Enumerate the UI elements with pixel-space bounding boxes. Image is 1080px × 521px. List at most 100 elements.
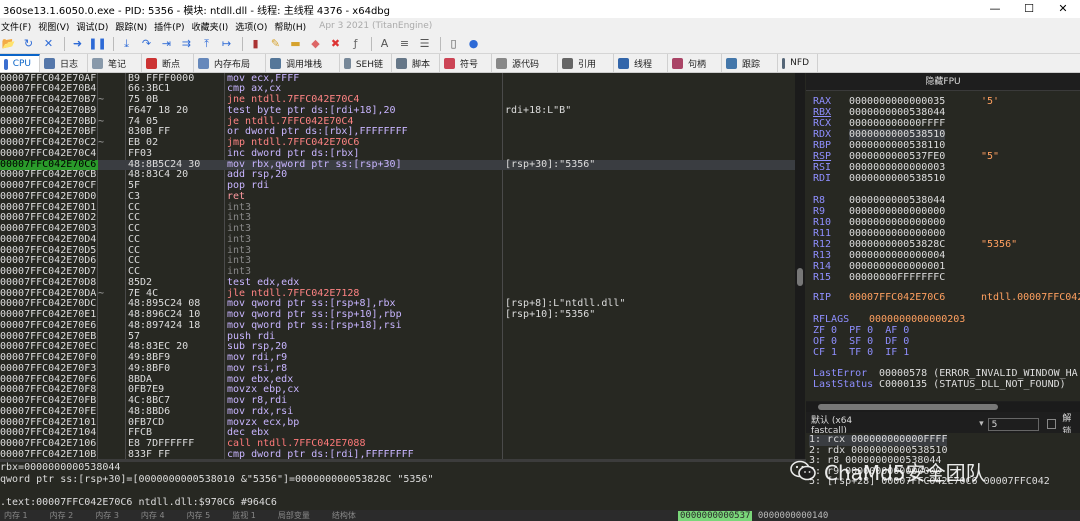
register-value[interactable]: 0000000000000203 xyxy=(869,314,965,325)
bottom-tab[interactable]: 内存 2 xyxy=(46,510,92,521)
patch-icon[interactable]: ▯ xyxy=(445,36,462,52)
close-button[interactable]: ✕ xyxy=(1046,0,1080,18)
register-rip[interactable]: RIP 00007FFC042E70C6 ntdll.00007FFC042 xyxy=(813,292,1080,303)
register-value[interactable]: 000000000053828C xyxy=(849,239,945,250)
minimize-button[interactable]: — xyxy=(978,0,1012,18)
menu-item[interactable]: 调试(D) xyxy=(76,20,115,33)
register-r14[interactable]: R14 0000000000000001 xyxy=(813,261,945,272)
menu-item[interactable]: 文件(F) xyxy=(0,20,38,33)
register-value[interactable]: 00007FFC042E70C6 xyxy=(849,292,945,303)
chevron-down-icon[interactable]: ▾ xyxy=(979,419,984,429)
register-r15[interactable]: R15 00000000FFFFFFFC xyxy=(813,272,945,283)
register-r10[interactable]: R10 0000000000000000 xyxy=(813,217,945,228)
register-value[interactable]: 0000000000538110 xyxy=(849,140,945,151)
label-icon[interactable]: ◆ xyxy=(307,36,324,52)
disasm-row[interactable]: 00007FFC042E70C4 FF03 inc dword ptr ds:[rb… xyxy=(0,148,795,160)
scrollbar-thumb[interactable] xyxy=(797,268,803,286)
registers-view[interactable]: RAX 0000000000000035 '5' RBX 000000000053804… xyxy=(806,91,1080,401)
register-r13[interactable]: R13 0000000000000004 xyxy=(813,250,945,261)
menu-item[interactable]: 收藏夹(I) xyxy=(192,20,236,33)
register-value[interactable]: 0000000000000004 xyxy=(849,250,945,261)
disasm-row[interactable]: 00007FFC042E70E6 48:897424 18 mov qword pt… xyxy=(0,320,795,332)
register-value[interactable]: 0000000000538510 xyxy=(849,129,946,140)
flags-row[interactable]: CF 1 TF 0 IF 1 xyxy=(813,347,909,358)
disassembly-view[interactable]: 00007FFC042E70AF B9 FFFF0000 mov ecx,FFFF 0… xyxy=(0,73,806,459)
register-r8[interactable]: R8 0000000000538044 xyxy=(813,195,945,206)
tab-source[interactable]: 源代码 xyxy=(492,54,558,72)
disasm-row[interactable]: 00007FFC042E70C2 ~ EB 02 jmp ntdll.7FFC042E… xyxy=(0,137,795,149)
disasm-row[interactable]: 00007FFC042E70D2 CC int3 xyxy=(0,212,795,224)
bottom-tab[interactable]: 内存 3 xyxy=(91,510,137,521)
highlight-icon[interactable]: ▮ xyxy=(247,36,264,52)
disasm-row[interactable]: 00007FFC042E70F3 49:8BF0 mov rsi,r8 xyxy=(0,363,795,375)
disasm-row[interactable]: 00007FFC042E70D7 CC int3 xyxy=(0,266,795,278)
disasm-row[interactable]: 00007FFC042E70DA ~7E 4C jle ntdll.7FFC042E… xyxy=(0,288,795,300)
strings-icon[interactable]: ≡ xyxy=(396,36,413,52)
disasm-row[interactable]: 00007FFC042E7104 FFCB dec ebx xyxy=(0,427,795,439)
tab-notes[interactable]: 笔记 xyxy=(88,54,142,72)
font-icon[interactable]: A xyxy=(376,36,393,52)
help-icon[interactable]: ● xyxy=(465,36,482,52)
tab-breakpoint[interactable]: 断点 xyxy=(142,54,194,72)
last-error[interactable]: LastError 00000578 (ERROR_INVALID_WINDOW_… xyxy=(813,368,1078,379)
menu-item[interactable]: 帮助(H) xyxy=(274,20,313,33)
tab-call-stack[interactable]: 调用堆栈 xyxy=(266,54,340,72)
disasm-row[interactable]: 00007FFC042E70EB 57 push rdi xyxy=(0,331,795,343)
scrollbar-thumb[interactable] xyxy=(818,404,998,410)
tab-handles[interactable]: 句柄 xyxy=(668,54,722,72)
register-r12[interactable]: R12 000000000053828C "5356" xyxy=(813,239,1017,250)
register-value[interactable]: 0000000000538510 xyxy=(849,173,945,184)
disasm-row[interactable]: 00007FFC042E70D6 CC int3 xyxy=(0,255,795,267)
register-rdi[interactable]: RDI 0000000000538510 xyxy=(813,173,945,184)
register-value[interactable]: 0000000000000000 xyxy=(849,228,945,239)
bottom-tab[interactable]: 监视 1 xyxy=(228,510,274,521)
disasm-scrollbar[interactable] xyxy=(795,73,805,459)
tab-threads[interactable]: 线程 xyxy=(614,54,668,72)
tab-trace[interactable]: 跟踪 xyxy=(722,54,778,72)
register-rdx[interactable]: RDX 0000000000538510 xyxy=(813,129,946,140)
register-value[interactable]: 0000000000538044 xyxy=(849,195,945,206)
tab-cpu[interactable]: CPU xyxy=(0,54,40,72)
bottom-tab[interactable]: 内存 4 xyxy=(137,510,183,521)
flags-row[interactable]: OF 0 SF 0 DF 0 xyxy=(813,336,909,347)
disasm-row[interactable]: 00007FFC042E70F6 8BDA mov ebx,edx xyxy=(0,374,795,386)
disasm-row[interactable]: 00007FFC042E70CF 5F pop rdi xyxy=(0,180,795,192)
unlock-checkbox[interactable] xyxy=(1046,419,1057,429)
register-rax[interactable]: RAX 0000000000000035 '5' xyxy=(813,96,999,107)
menu-item[interactable]: 跟踪(N) xyxy=(115,20,154,33)
register-value[interactable]: 00000000FFFFFFFC xyxy=(849,272,945,283)
disasm-row[interactable]: 00007FFC042E70D3 CC int3 xyxy=(0,223,795,235)
bottom-tab[interactable]: 局部变量 xyxy=(274,510,328,521)
restart-icon[interactable]: ↻ xyxy=(20,36,37,52)
register-rbx[interactable]: RBX 0000000000538044 xyxy=(813,107,945,118)
disasm-row[interactable]: 00007FFC042E70C6 48:8B5C24 30 mov rbx,qwor… xyxy=(0,159,795,171)
flags-row[interactable]: ZF 0 PF 0 AF 0 xyxy=(813,325,909,336)
function-icon[interactable]: ƒ xyxy=(347,36,364,52)
bookmark-icon[interactable]: ✖ xyxy=(327,36,344,52)
disasm-row[interactable]: 00007FFC042E70D1 CC int3 xyxy=(0,202,795,214)
register-value[interactable]: 0000000000000000 xyxy=(849,206,945,217)
tab-nfd[interactable]: NFD xyxy=(778,54,818,72)
scylla-icon[interactable]: ✎ xyxy=(267,36,284,52)
tab-script[interactable]: 脚本 xyxy=(392,54,440,72)
calls-icon[interactable]: ☰ xyxy=(416,36,433,52)
comment-icon[interactable]: ▬ xyxy=(287,36,304,52)
disasm-row[interactable]: 00007FFC042E70FE 48:8BD6 mov rdx,rsi xyxy=(0,406,795,418)
menu-item[interactable]: 视图(V) xyxy=(38,20,76,33)
disasm-row[interactable]: 00007FFC042E7101 0FB7CD movzx ecx,bp xyxy=(0,417,795,429)
bottom-tab[interactable]: 内存 1 xyxy=(0,510,46,521)
tab-symbols[interactable]: 符号 xyxy=(440,54,492,72)
disasm-row[interactable]: 00007FFC042E70B4 66:3BC1 cmp ax,cx xyxy=(0,83,795,95)
disasm-row[interactable]: 00007FFC042E70EC 48:83EC 20 sub rsp,20 xyxy=(0,341,795,353)
disasm-row[interactable]: 00007FFC042E70FB 4C:8BC7 mov r8,rdi xyxy=(0,395,795,407)
maximize-button[interactable]: ☐ xyxy=(1012,0,1046,18)
trace-into-icon[interactable]: ⇥ xyxy=(158,36,175,52)
disasm-row[interactable]: 00007FFC042E70F8 0FB7E9 movzx ebp,cx xyxy=(0,384,795,396)
disasm-row[interactable]: 00007FFC042E70D5 CC int3 xyxy=(0,245,795,257)
register-rbp[interactable]: RBP 0000000000538110 xyxy=(813,140,945,151)
register-value[interactable]: 0000000000000001 xyxy=(849,261,945,272)
register-value[interactable]: 0000000000538044 xyxy=(849,107,945,118)
bottom-tab[interactable]: 结构体 xyxy=(328,510,374,521)
hide-fpu-button[interactable]: 隐藏FPU xyxy=(806,73,1080,91)
register-rsi[interactable]: RSI 0000000000000003 xyxy=(813,162,945,173)
